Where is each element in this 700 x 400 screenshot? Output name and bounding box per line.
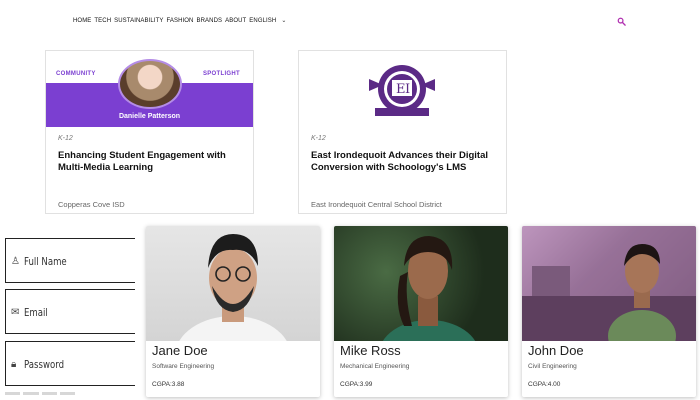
- profile-major: Software Engineering: [152, 363, 215, 370]
- profile-name: Jane Doe: [152, 343, 208, 358]
- profile-name: John Doe: [528, 343, 584, 358]
- svg-text:I: I: [405, 82, 410, 97]
- user-icon: ♙: [11, 256, 20, 267]
- article-category: K-12: [58, 135, 73, 142]
- article-card[interactable]: COMMUNITY SPOTLIGHT Danielle Patterson K…: [45, 50, 254, 214]
- chevron-down-icon[interactable]: ⌄: [281, 17, 286, 24]
- article-source: Copperas Cove ISD: [58, 200, 125, 209]
- profile-photo: [522, 226, 696, 341]
- thumbnail-label-left: COMMUNITY: [56, 71, 96, 77]
- profile-card[interactable]: John Doe Civil Engineering CGPA:4.00: [522, 226, 696, 397]
- avatar: [118, 59, 182, 109]
- full-name-placeholder: Full Name: [24, 255, 67, 268]
- email-field[interactable]: ✉ Email: [5, 289, 135, 334]
- profile-photo: [146, 226, 320, 341]
- profile-card[interactable]: Jane Doe Software Engineering CGPA:3.88: [146, 226, 320, 397]
- profile-cgpa: CGPA:3.99: [340, 381, 373, 388]
- profile-name: Mike Ross: [340, 343, 401, 358]
- search-icon[interactable]: [617, 17, 626, 26]
- nav-home[interactable]: HOME: [73, 18, 91, 24]
- article-card[interactable]: E I K-12 East Irondequoit Advances their…: [298, 50, 507, 214]
- article-title[interactable]: Enhancing Student Engagement with Multi-…: [58, 150, 241, 173]
- nav-tech[interactable]: TECH: [94, 18, 111, 24]
- nav-about[interactable]: ABOUT: [225, 18, 246, 24]
- envelope-icon: ✉: [11, 307, 20, 318]
- profile-card[interactable]: Mike Ross Mechanical Engineering CGPA:3.…: [334, 226, 508, 397]
- article-category: K-12: [311, 135, 326, 142]
- form-buttons[interactable]: [5, 392, 75, 395]
- lock-icon: 🔒︎: [11, 359, 17, 370]
- profile-cgpa: CGPA:3.88: [152, 381, 185, 388]
- article-source: East Irondequoit Central School District: [311, 200, 442, 209]
- school-seal-logo: E I: [369, 65, 435, 116]
- article-thumbnail: E I: [299, 51, 506, 127]
- nav-sustainability[interactable]: SUSTAINABILITY: [114, 18, 163, 24]
- article-title[interactable]: East Irondequoit Advances their Digital …: [311, 150, 494, 173]
- thumbnail-name: Danielle Patterson: [118, 113, 181, 120]
- article-thumbnail: COMMUNITY SPOTLIGHT Danielle Patterson: [46, 51, 253, 127]
- nav-fashion[interactable]: FASHION: [166, 18, 193, 24]
- profile-photo: [334, 226, 508, 341]
- profile-major: Mechanical Engineering: [340, 363, 410, 370]
- full-name-field[interactable]: ♙ Full Name: [5, 238, 135, 283]
- profile-cgpa: CGPA:4.00: [528, 381, 561, 388]
- top-nav: HOME TECH SUSTAINABILITY FASHION BRANDS …: [73, 17, 286, 25]
- profile-major: Civil Engineering: [528, 363, 577, 370]
- nav-brands[interactable]: BRANDS: [197, 18, 223, 24]
- password-placeholder: Password: [24, 358, 65, 371]
- thumbnail-label-right: SPOTLIGHT: [202, 71, 240, 77]
- nav-language[interactable]: ENGLISH: [249, 18, 276, 24]
- password-field[interactable]: 🔒︎ Password: [5, 341, 135, 386]
- email-placeholder: Email: [24, 306, 48, 319]
